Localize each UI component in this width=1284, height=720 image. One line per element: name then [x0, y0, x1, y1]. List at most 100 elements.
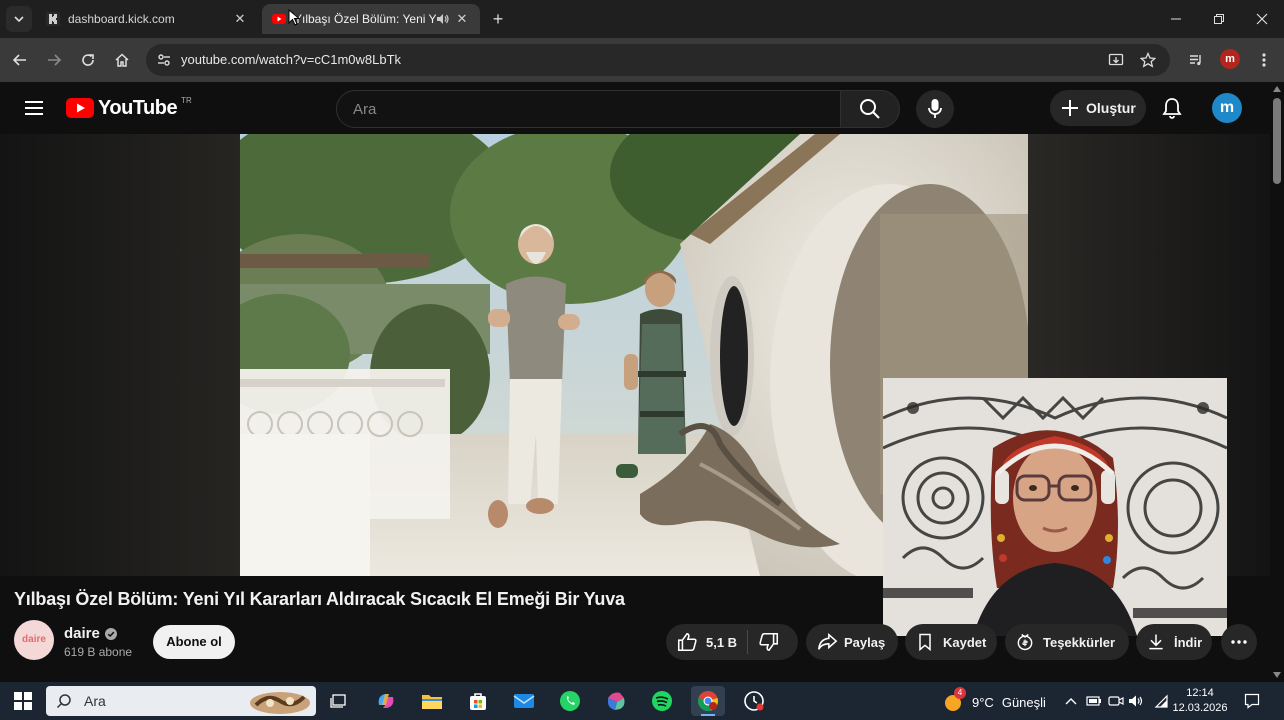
- whatsapp-icon: [560, 691, 580, 711]
- bookmark-star-icon[interactable]: [1140, 52, 1156, 68]
- scrollbar-thumb[interactable]: [1273, 98, 1281, 184]
- hamburger-menu-icon[interactable]: [24, 98, 44, 118]
- search-button[interactable]: [840, 90, 900, 128]
- install-app-icon[interactable]: [1108, 52, 1124, 68]
- create-button[interactable]: Oluştur: [1050, 90, 1146, 126]
- close-tab-icon[interactable]: ✕: [454, 11, 470, 27]
- browser-tab-bar: dashboard.kick.com ✕ Yılbaşı Özel Bölüm:…: [0, 0, 1284, 38]
- download-icon: [1149, 634, 1163, 650]
- close-window-button[interactable]: [1242, 6, 1282, 32]
- clock-date: 12.03.2026: [1172, 702, 1228, 714]
- channel-avatar[interactable]: daire: [14, 620, 54, 660]
- video-title: Yılbaşı Özel Bölüm: Yeni Yıl Kararları A…: [14, 589, 625, 609]
- more-vertical-icon: [1262, 53, 1266, 67]
- forward-button[interactable]: [42, 48, 66, 72]
- notification-center-button[interactable]: [1244, 693, 1260, 709]
- taskbar-file-explorer[interactable]: [415, 686, 449, 716]
- close-icon: [1256, 13, 1268, 25]
- wifi-icon: [1154, 694, 1168, 708]
- site-settings-icon[interactable]: [156, 52, 172, 68]
- download-button[interactable]: İndir: [1136, 624, 1212, 660]
- taskbar-copilot[interactable]: [369, 686, 403, 716]
- bookmark-icon: [919, 633, 931, 652]
- like-count: 5,1 B: [706, 634, 738, 650]
- store-bag-icon: [470, 693, 486, 710]
- start-button[interactable]: [6, 686, 40, 716]
- tray-volume[interactable]: [1128, 693, 1144, 709]
- notifications-bell-icon[interactable]: [1160, 96, 1184, 120]
- speaker-icon[interactable]: [436, 13, 454, 25]
- subscribe-button[interactable]: Abone ol: [153, 625, 235, 659]
- save-button[interactable]: Kaydet: [905, 624, 997, 660]
- browser-toolbar: youtube.com/watch?v=cC1m0w8LbTk m: [0, 38, 1284, 82]
- search-icon: [56, 694, 71, 709]
- taskbar-microsoft-store[interactable]: [461, 686, 495, 716]
- youtube-header: YouTube TR Oluştur m: [0, 82, 1270, 134]
- account-avatar[interactable]: m: [1212, 93, 1242, 123]
- recording-app-icon: [744, 691, 764, 711]
- voice-search-button[interactable]: [916, 90, 954, 128]
- thanks-button[interactable]: Teşekkürler: [1005, 624, 1129, 660]
- search-field[interactable]: [336, 90, 841, 128]
- verified-check-icon: [104, 627, 117, 640]
- tray-network[interactable]: [1153, 693, 1169, 709]
- youtube-logo[interactable]: YouTube TR: [66, 95, 192, 121]
- tray-meet-now[interactable]: [1108, 693, 1124, 709]
- super-thanks-icon: [1017, 633, 1033, 651]
- webcam-overlay: [883, 378, 1227, 636]
- save-label: Kaydet: [943, 634, 987, 650]
- taskbar-microsoft-365[interactable]: [599, 686, 633, 716]
- media-controls-button[interactable]: [1184, 48, 1208, 72]
- channel-name-text: daire: [64, 625, 100, 642]
- taskbar-search-placeholder: Ara: [84, 693, 106, 709]
- taskbar-clock[interactable]: 12:14 12.03.2026: [1170, 686, 1230, 716]
- home-icon: [115, 53, 129, 67]
- taskbar-mail[interactable]: [507, 686, 541, 716]
- like-button[interactable]: 5,1 B: [666, 631, 737, 653]
- plus-icon: [1062, 100, 1078, 116]
- weather-widget[interactable]: 4 9°C Güneşli: [942, 687, 1046, 713]
- arrow-right-icon: [48, 54, 62, 66]
- volume-icon: [1129, 695, 1143, 707]
- tab-kick-dashboard[interactable]: dashboard.kick.com ✕: [36, 4, 258, 34]
- address-bar[interactable]: youtube.com/watch?v=cC1m0w8LbTk: [146, 44, 1170, 76]
- restore-icon: [1214, 14, 1224, 24]
- new-tab-button[interactable]: +: [488, 9, 508, 29]
- home-button[interactable]: [110, 48, 134, 72]
- dislike-button[interactable]: [758, 631, 780, 653]
- back-button[interactable]: [8, 48, 32, 72]
- microphone-icon: [928, 99, 942, 118]
- taskbar-chrome[interactable]: [691, 686, 725, 716]
- taskbar-obs[interactable]: [737, 686, 771, 716]
- search-icon: [860, 99, 880, 119]
- taskbar-spotify[interactable]: [645, 686, 679, 716]
- page-scrollbar[interactable]: [1270, 82, 1284, 682]
- browser-profile-avatar[interactable]: m: [1220, 49, 1240, 69]
- close-tab-icon[interactable]: ✕: [232, 11, 248, 27]
- minimize-icon: [1171, 18, 1181, 20]
- show-hidden-icons-button[interactable]: [1063, 693, 1079, 709]
- reload-button[interactable]: [76, 48, 100, 72]
- browser-menu-button[interactable]: [1252, 48, 1276, 72]
- thumbs-up-icon: [677, 632, 697, 652]
- taskbar-whatsapp[interactable]: [553, 686, 587, 716]
- microsoft-365-icon: [608, 692, 625, 710]
- share-arrow-icon: [817, 632, 838, 650]
- more-actions-button[interactable]: [1221, 624, 1257, 660]
- taskbar-search[interactable]: Ara: [46, 686, 316, 716]
- mail-icon: [513, 694, 535, 708]
- minimize-button[interactable]: [1156, 6, 1196, 32]
- channel-name[interactable]: daire: [64, 625, 117, 642]
- webcam-feed-image: [883, 378, 1227, 636]
- scroll-down-arrow[interactable]: [1273, 672, 1281, 678]
- tab-search-dropdown[interactable]: [6, 6, 32, 32]
- folder-icon: [422, 695, 442, 709]
- search-input[interactable]: [337, 91, 840, 127]
- task-view-button[interactable]: [322, 686, 356, 716]
- restore-button[interactable]: [1199, 6, 1239, 32]
- tray-battery[interactable]: [1086, 693, 1102, 709]
- scroll-up-arrow[interactable]: [1273, 86, 1281, 92]
- chevron-down-icon: [14, 16, 24, 23]
- tab-title: dashboard.kick.com: [68, 12, 175, 26]
- share-button[interactable]: Paylaş: [806, 624, 898, 660]
